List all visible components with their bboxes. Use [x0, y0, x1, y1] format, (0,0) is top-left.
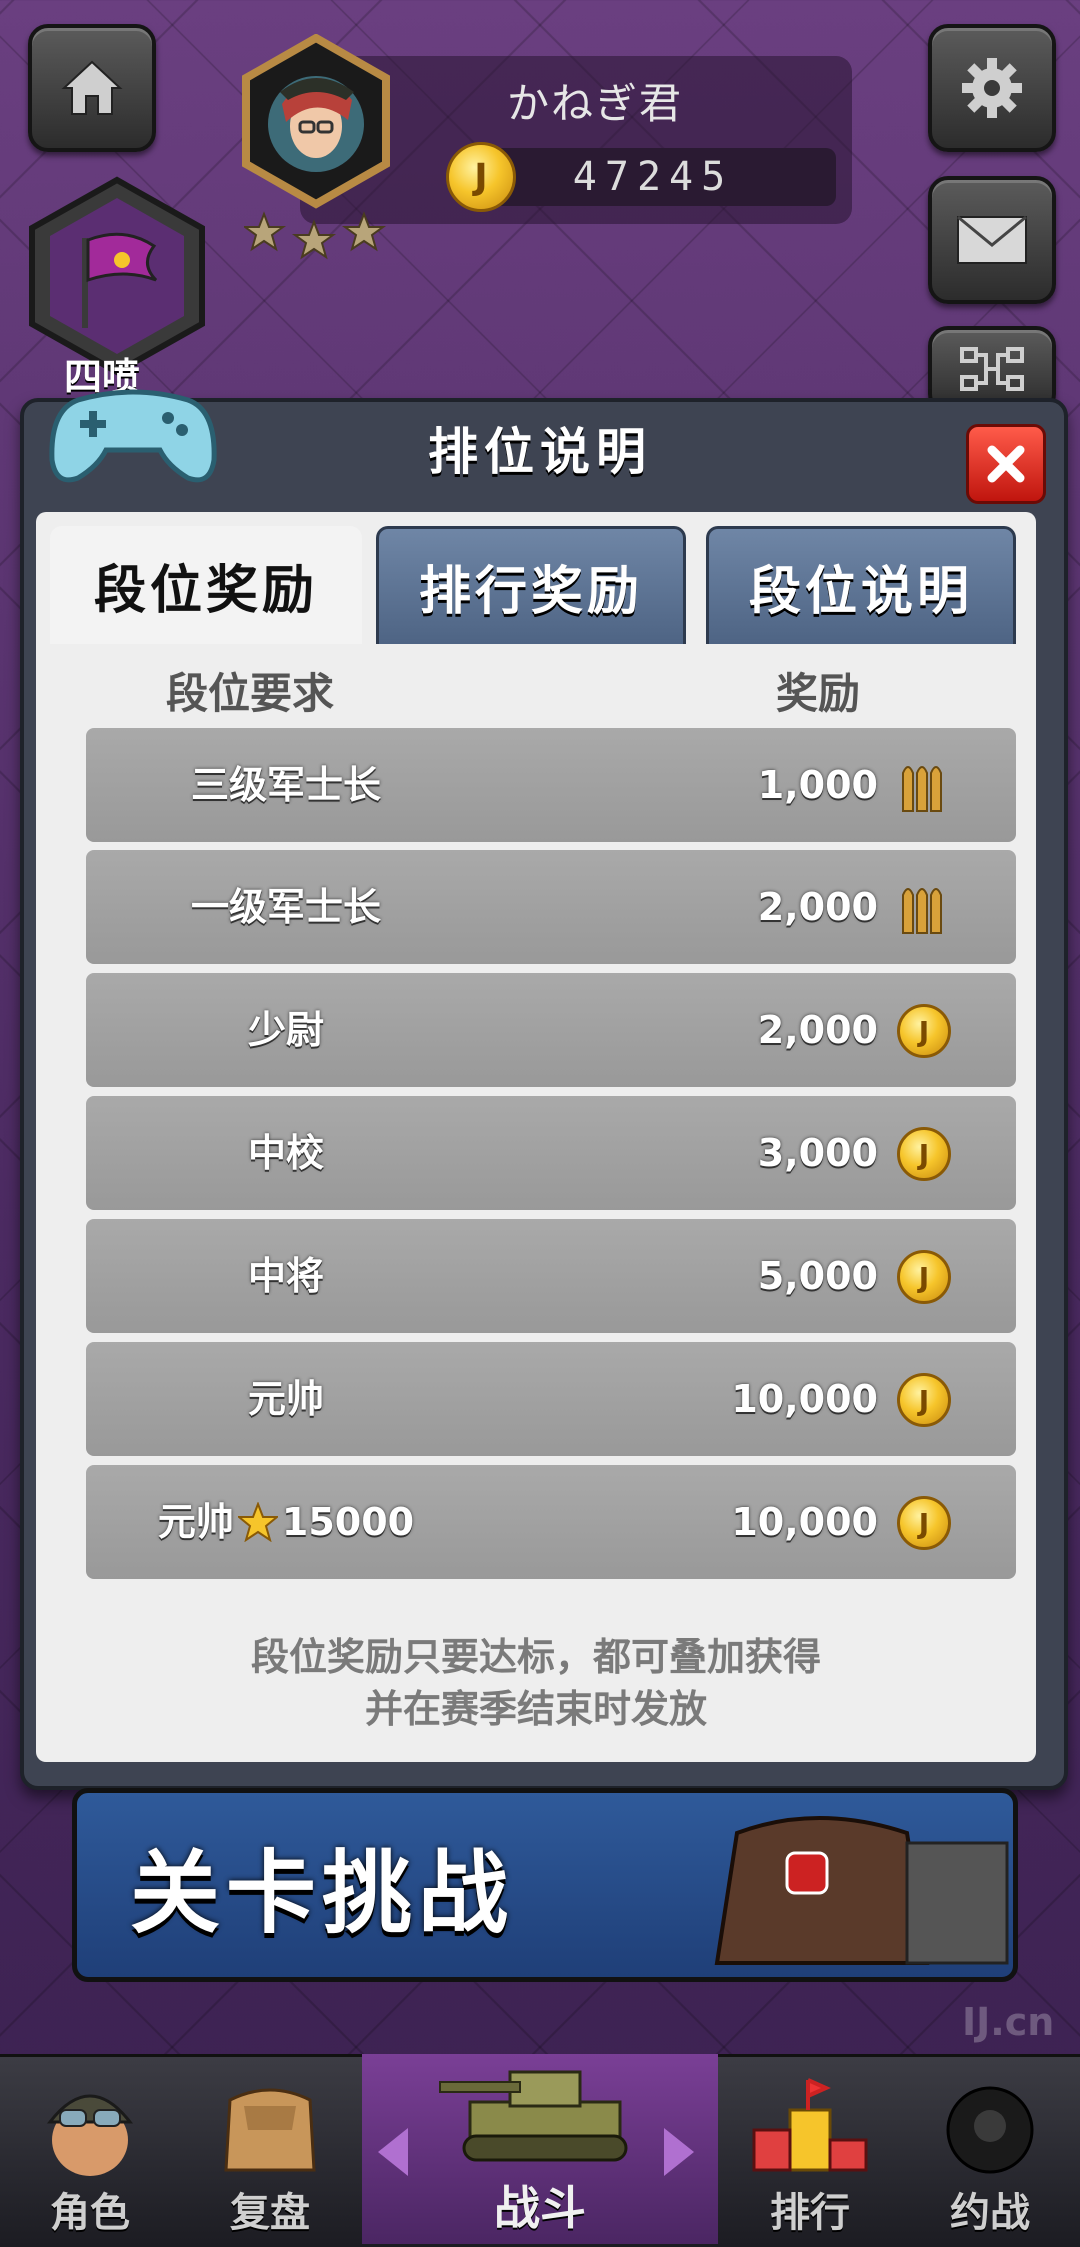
- nav-duel[interactable]: 约战: [900, 2054, 1080, 2244]
- gold-coin-icon: J: [897, 1373, 951, 1427]
- reward-row: 中将 5,000 J: [86, 1219, 1016, 1333]
- rank-name: 元帅: [157, 1500, 234, 1544]
- nav-ranking[interactable]: 排行: [720, 2054, 900, 2244]
- bracket-icon: [960, 347, 1024, 391]
- player-name: かねぎ君: [506, 79, 683, 128]
- reward-amount: 2,000: [757, 1008, 878, 1052]
- star-count: 15000: [281, 1500, 415, 1544]
- gold-coin-icon: J: [897, 1496, 951, 1550]
- rank-name: 少尉: [247, 1008, 324, 1052]
- next-arrow-icon[interactable]: [664, 2128, 694, 2176]
- prev-arrow-icon[interactable]: [378, 2128, 408, 2176]
- rank-name-with-stars: 元帅 15000: [86, 1465, 486, 1579]
- nav-review[interactable]: 复盘: [180, 2054, 360, 2244]
- nav-character[interactable]: 角色: [0, 2054, 180, 2244]
- rank-stars: [241, 206, 394, 262]
- envelope-icon: [957, 215, 1027, 264]
- reward-row: 元帅 10,000 J: [86, 1342, 1016, 1456]
- nav-ranking-label: 排行: [770, 2190, 850, 2236]
- rank-name: 中校: [247, 1131, 324, 1175]
- tab-rank-info[interactable]: 段位说明: [706, 526, 1016, 644]
- reward-amount: 1,000: [757, 763, 878, 807]
- home-icon: [61, 60, 123, 115]
- map-bag-icon: [224, 2088, 316, 2172]
- reward-amount: 10,000: [731, 1377, 878, 1421]
- reward-row: 三级军士长 1,000: [86, 728, 1016, 842]
- nav-duel-label: 约战: [950, 2190, 1030, 2236]
- close-icon: [987, 445, 1025, 483]
- reward-amount: 10,000: [731, 1500, 878, 1544]
- tab-rank-reward[interactable]: 段位奖励: [50, 526, 362, 644]
- reward-note-line2: 并在赛季结束时发放: [364, 1687, 707, 1731]
- rank-name: 三级军士长: [190, 763, 381, 807]
- podium-icon: [752, 2078, 868, 2172]
- mail-button[interactable]: [928, 176, 1056, 304]
- nav-character-label: 角色: [50, 2190, 130, 2236]
- rank-name: 一级军士长: [190, 885, 381, 929]
- tank-icon: [439, 2070, 628, 2162]
- reward-note-line1: 段位奖励只要达标，都可叠加获得: [250, 1635, 821, 1679]
- stage-challenge-label: 关卡挑战: [130, 1841, 514, 1946]
- column-header-requirement: 段位要求: [166, 669, 335, 718]
- settings-button[interactable]: [928, 24, 1056, 152]
- star-icon: [237, 1502, 278, 1542]
- rank-name: 元帅: [247, 1377, 324, 1421]
- reward-amount: 3,000: [757, 1131, 878, 1175]
- column-header-reward: 奖励: [776, 669, 861, 718]
- watermark: IJ.cn: [962, 2000, 1055, 2044]
- bullets-icon: [896, 880, 952, 936]
- coin-balance: 47245: [572, 154, 734, 200]
- reward-amount: 5,000: [757, 1254, 878, 1298]
- helmet-icon: [946, 2086, 1034, 2174]
- reward-row: 少尉 2,000 J: [86, 973, 1016, 1087]
- rank-name: 中将: [247, 1254, 324, 1298]
- backpack-icon: [714, 1816, 1009, 1965]
- soldier-icon: [46, 2094, 134, 2176]
- bullets-icon: [896, 758, 952, 814]
- modal-title: 排位说明: [428, 423, 652, 481]
- home-button[interactable]: [28, 24, 156, 152]
- gear-icon: [962, 58, 1022, 118]
- reward-row: 元帅 15000 10,000 J: [86, 1465, 1016, 1579]
- nav-review-label: 复盘: [230, 2190, 310, 2236]
- gold-coin-icon: J: [897, 1004, 951, 1058]
- reward-amount: 2,000: [757, 885, 878, 929]
- reward-row: 一级军士长 2,000: [86, 850, 1016, 964]
- gold-coin-icon: J: [897, 1127, 951, 1181]
- close-button[interactable]: [966, 424, 1046, 504]
- tab-leaderboard-reward[interactable]: 排行奖励: [376, 526, 686, 644]
- reward-row: 中校 3,000 J: [86, 1096, 1016, 1210]
- gold-coin-icon: J: [897, 1250, 951, 1304]
- nav-battle-label: 战斗: [494, 2181, 586, 2235]
